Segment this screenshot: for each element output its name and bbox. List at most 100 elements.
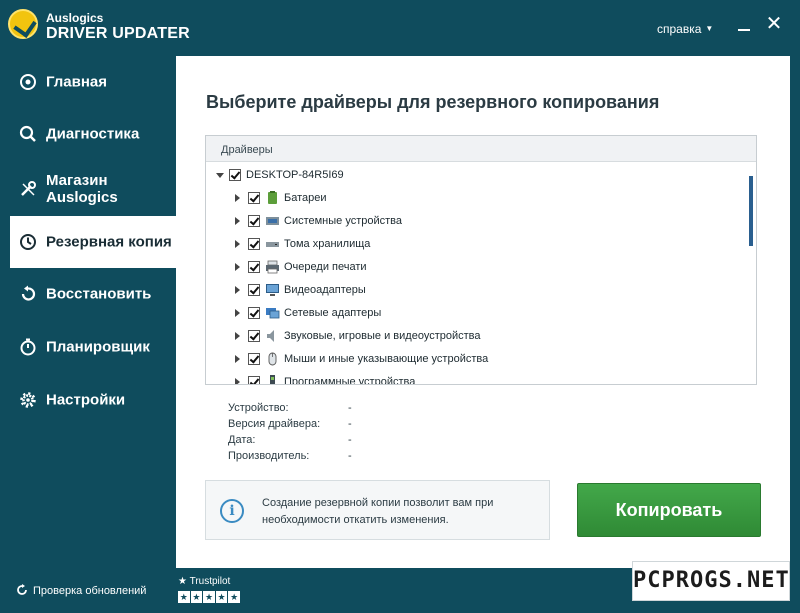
restore-icon <box>21 285 36 301</box>
tree-row[interactable]: Мыши и иные указывающие устройства <box>206 350 726 372</box>
sidebar-item-label: Настройки <box>46 391 126 409</box>
gear-icon <box>20 392 36 408</box>
hint-text: Создание резервной копии позволит вам пр… <box>262 497 494 526</box>
brand-product: DRIVER UPDATER <box>46 25 190 42</box>
tree-row[interactable]: Видеоадаптеры <box>206 281 726 303</box>
brand-vendor: Auslogics <box>46 11 104 25</box>
tree-scrollbar[interactable] <box>749 164 753 360</box>
star-icon: ★ <box>190 591 203 603</box>
tree-body: DESKTOP-84R5I69 Батареи Системные устрой… <box>206 162 756 384</box>
tree-column-header: Драйверы <box>206 136 756 162</box>
tree-row-label: Батареи <box>284 192 327 204</box>
tree-checkbox[interactable] <box>248 330 260 342</box>
tree-row-label: Очереди печати <box>284 261 367 273</box>
tree-checkbox[interactable] <box>248 353 260 365</box>
expand-arrow-icon[interactable] <box>235 263 240 271</box>
expand-arrow-icon[interactable] <box>216 173 224 178</box>
storage-volume-icon <box>266 242 279 247</box>
help-menu[interactable]: справка ▼ <box>657 22 713 36</box>
tree-row-label: Звуковые, игровые и видеоустройства <box>284 330 481 342</box>
tree-row[interactable]: Звуковые, игровые и видеоустройства <box>206 327 726 349</box>
sidebar-item-backup[interactable]: Резервная копия <box>10 216 176 268</box>
sidebar-item-settings[interactable]: Настройки <box>10 374 174 426</box>
target-icon <box>20 74 36 90</box>
app-window: Auslogics DRIVER UPDATER справка ▼ ✕ Глав… <box>0 0 800 613</box>
battery-icon <box>268 191 277 204</box>
expand-arrow-icon[interactable] <box>235 309 240 317</box>
page-title: Выберите драйверы для резервного копиров… <box>206 92 660 112</box>
scrollbar-thumb[interactable] <box>749 176 753 246</box>
tree-row-label: Программные устройства <box>284 376 416 385</box>
tree-row[interactable]: Тома хранилища <box>206 235 726 257</box>
expand-arrow-icon[interactable] <box>235 217 240 225</box>
tree-checkbox[interactable] <box>248 261 260 273</box>
driver-version-value: - <box>348 418 352 430</box>
system-device-icon <box>266 217 279 225</box>
driver-version-label: Версия драйвера: <box>228 418 321 430</box>
expand-arrow-icon[interactable] <box>235 355 240 363</box>
tree-checkbox[interactable] <box>248 238 260 250</box>
tree-row[interactable]: Программные устройства <box>206 373 726 385</box>
tree-row[interactable]: Системные устройства <box>206 212 726 234</box>
expand-arrow-icon[interactable] <box>235 194 240 202</box>
app-logo-icon <box>8 9 38 39</box>
tree-row-label: Сетевые адаптеры <box>284 307 382 319</box>
chevron-down-icon: ▼ <box>705 24 714 33</box>
sidebar-item-store[interactable]: Магазин Auslogics <box>10 162 174 216</box>
display-adapter-icon <box>266 284 279 296</box>
sidebar-item-diagnostics[interactable]: Диагностика <box>10 108 174 160</box>
sidebar-item-home[interactable]: Главная <box>10 56 174 108</box>
main-panel: Выберите драйверы для резервного копиров… <box>176 56 790 568</box>
trustpilot-text: Trustpilot <box>189 576 231 587</box>
sidebar-item-label: Диагностика <box>46 125 140 143</box>
vendor-value: - <box>348 450 352 462</box>
tree-checkbox[interactable] <box>248 215 260 227</box>
sidebar-item-label: Магазин Auslogics <box>46 172 118 206</box>
sidebar-item-label: Резервная копия <box>46 233 172 251</box>
expand-arrow-icon[interactable] <box>235 286 240 294</box>
tree-root-label: DESKTOP-84R5I69 <box>246 169 344 181</box>
star-icon: ★ <box>228 591 240 603</box>
tree-checkbox[interactable] <box>248 376 260 384</box>
info-icon: i <box>220 499 244 523</box>
trustpilot-label[interactable]: ★ Trustpilot <box>178 576 230 587</box>
info-hint: i Создание резервной копии позволит вам … <box>205 480 550 540</box>
sidebar-item-restore[interactable]: Восстановить <box>10 268 174 320</box>
check-updates-link[interactable]: Проверка обновлений <box>16 584 146 597</box>
watermark: PCPROGS.NET <box>632 561 790 601</box>
minimize-button[interactable] <box>738 29 750 31</box>
clock-icon <box>20 234 36 250</box>
expand-arrow-icon[interactable] <box>235 240 240 248</box>
tree-row[interactable]: Батареи <box>206 189 726 211</box>
tree-row[interactable]: Сетевые адаптеры <box>206 304 726 326</box>
tree-row[interactable]: Очереди печати <box>206 258 726 280</box>
title-bar: Auslogics DRIVER UPDATER справка ▼ ✕ <box>0 0 800 56</box>
expand-arrow-icon[interactable] <box>235 332 240 340</box>
trustpilot-rating[interactable]: ★ ★ ★ ★ ★ <box>178 591 240 603</box>
sidebar-item-scheduler[interactable]: Планировщик <box>10 321 174 373</box>
sidebar: Главная Диагностика Магазин Auslogics Ре… <box>0 56 176 568</box>
tree-root-row[interactable]: DESKTOP-84R5I69 <box>206 166 726 188</box>
tree-checkbox[interactable] <box>248 284 260 296</box>
device-label: Устройство: <box>228 402 289 414</box>
printer-icon <box>266 260 279 274</box>
network-adapter-icon <box>266 308 280 319</box>
software-device-icon <box>270 375 275 384</box>
tree-checkbox[interactable] <box>248 307 260 319</box>
date-label: Дата: <box>228 434 256 446</box>
check-updates-label: Проверка обновлений <box>33 585 147 597</box>
sidebar-item-label: Восстановить <box>46 285 152 303</box>
search-icon <box>19 125 36 142</box>
tree-checkbox[interactable] <box>248 192 260 204</box>
sidebar-item-label: Планировщик <box>46 338 150 356</box>
device-value: - <box>348 402 352 414</box>
star-icon: ★ <box>178 576 187 587</box>
tree-row-label: Системные устройства <box>284 215 403 227</box>
expand-arrow-icon[interactable] <box>235 378 240 384</box>
close-button[interactable]: ✕ <box>765 14 783 34</box>
copy-button[interactable]: Копировать <box>577 483 761 537</box>
tree-row-label: Тома хранилища <box>284 238 371 250</box>
mouse-icon <box>268 352 277 366</box>
stopwatch-icon <box>20 338 36 356</box>
tree-checkbox[interactable] <box>229 169 241 181</box>
